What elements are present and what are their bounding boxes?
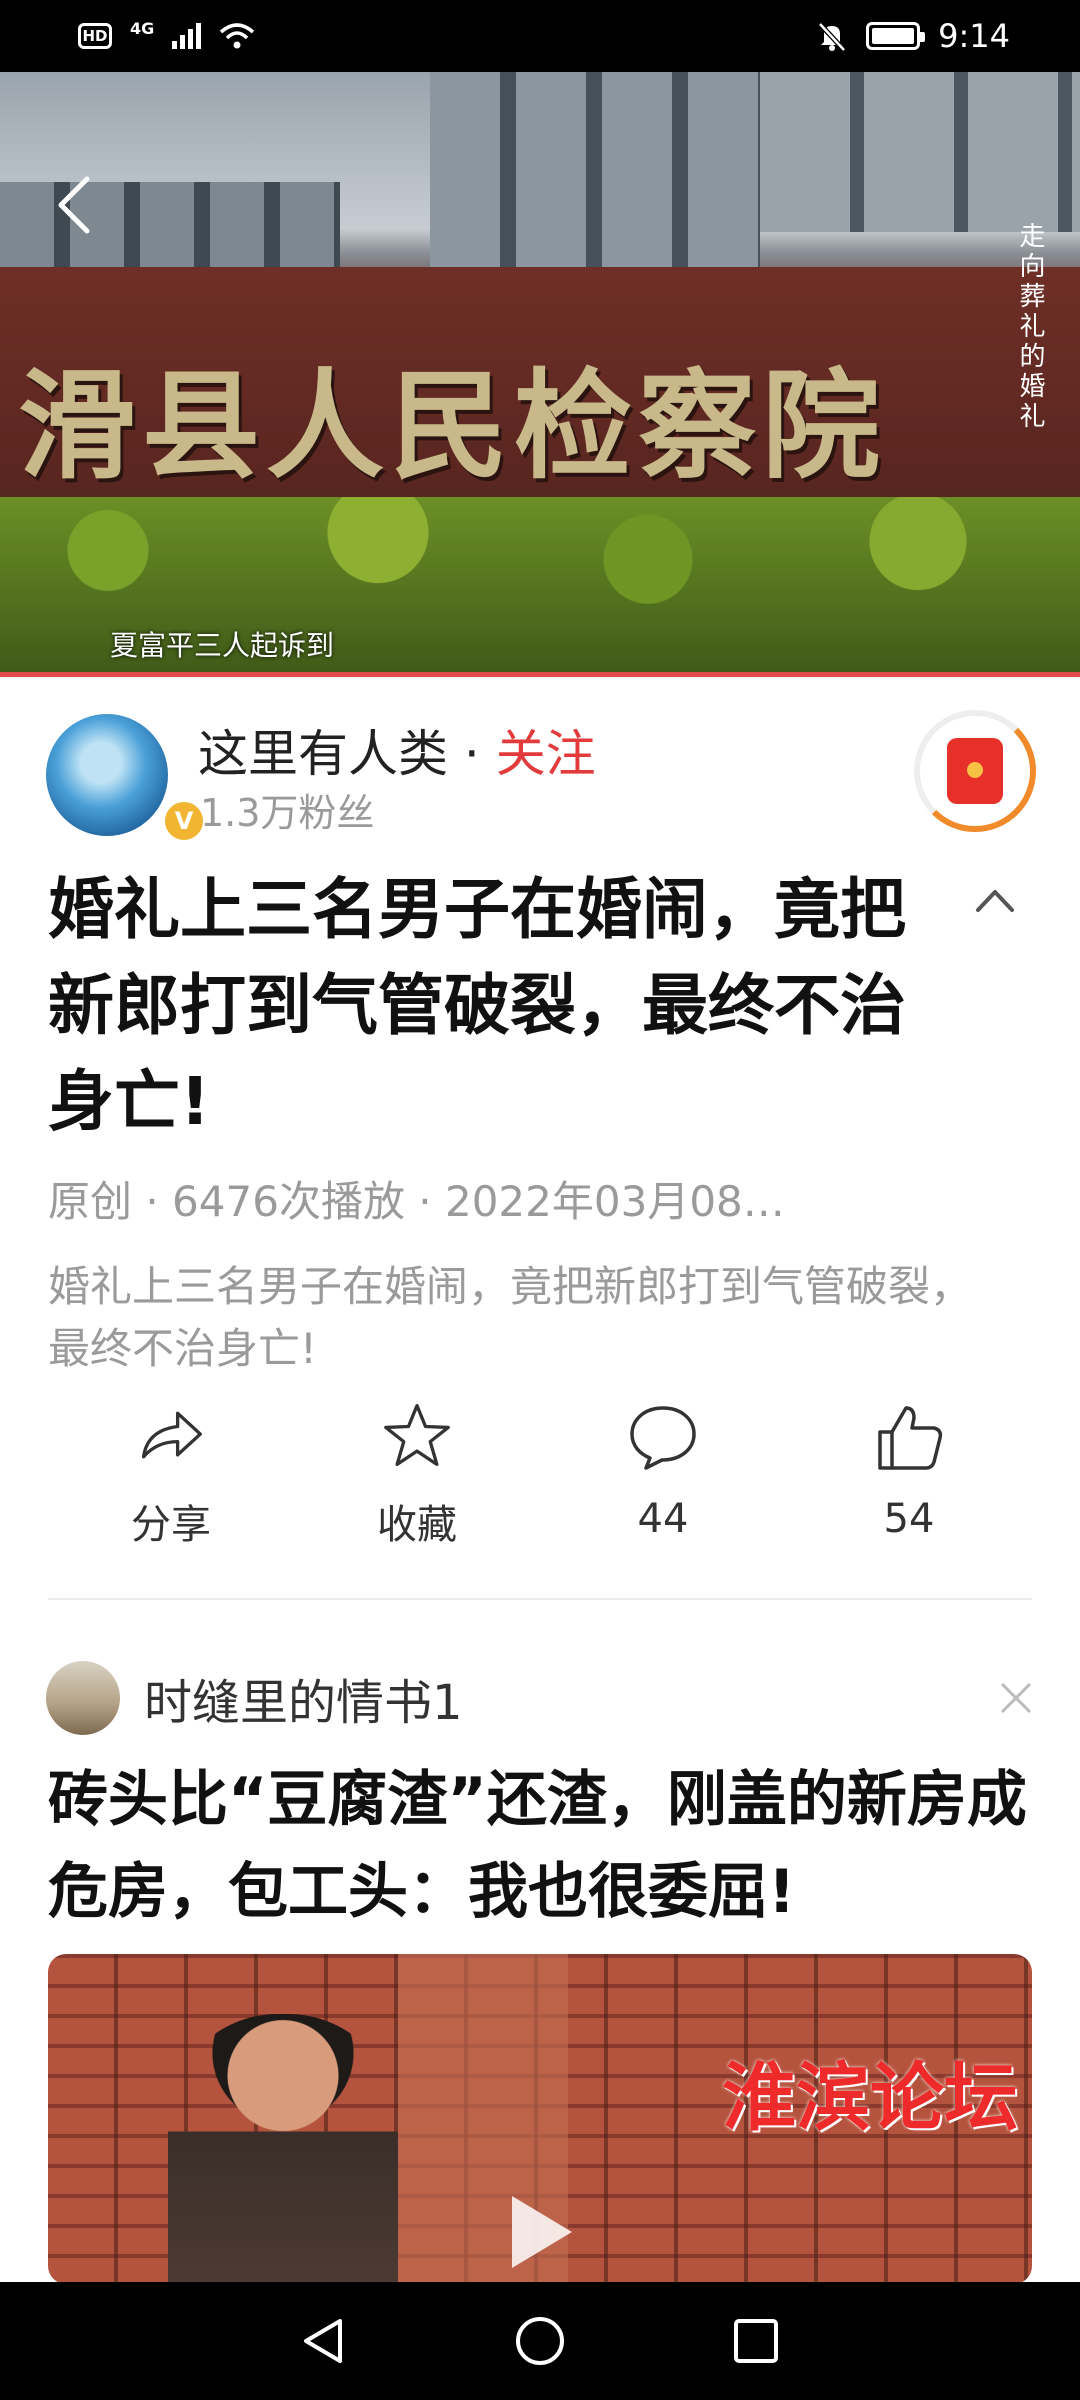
play-icon[interactable] xyxy=(506,2192,576,2272)
card-author-name[interactable]: 时缝里的情书1 xyxy=(144,1663,463,1733)
network-type: 4G xyxy=(130,18,155,38)
author-row: V 这里有人类 · 关注 1.3万粉丝 xyxy=(46,710,1036,844)
fans-count: 1.3万粉丝 xyxy=(200,791,375,835)
thumbs-up-icon xyxy=(878,1406,943,1470)
article-meta: 原创 · 6476次播放 · 2022年03月08… xyxy=(48,1177,785,1226)
share-button[interactable]: 分享 xyxy=(48,1400,294,1550)
red-packet-button[interactable] xyxy=(914,710,1036,832)
thumbnail-watermark: 淮滨论坛 xyxy=(722,2055,1018,2141)
card-author-row[interactable]: 时缝里的情书1 xyxy=(46,1660,463,1736)
article-description: 婚礼上三名男子在婚闹，竟把新郎打到气管破裂，最终不治身亡! xyxy=(48,1262,973,1373)
person-figure xyxy=(168,2014,398,2284)
recent-apps-icon[interactable] xyxy=(728,2313,784,2369)
share-label: 分享 xyxy=(131,1502,211,1548)
signal-icon xyxy=(172,23,202,49)
back-arrow-icon xyxy=(58,176,90,234)
comment-button[interactable]: 44 xyxy=(540,1400,786,1550)
like-button[interactable]: 54 xyxy=(786,1400,1032,1550)
battery-icon xyxy=(866,22,926,50)
status-right: 9:14 xyxy=(816,17,1010,55)
back-button[interactable] xyxy=(44,170,104,240)
avatar[interactable] xyxy=(46,714,168,836)
card-title[interactable]: 砖头比“豆腐渣”还渣，刚盖的新房成危房，包工头：我也很委屈! xyxy=(48,1754,1038,1938)
building-right xyxy=(760,72,1080,232)
card-video-thumbnail[interactable]: 淮滨论坛 xyxy=(48,1954,1032,2284)
divider xyxy=(48,1598,1032,1600)
author-name[interactable]: 这里有人类 · 关注 xyxy=(198,714,596,786)
favorite-label: 收藏 xyxy=(377,1502,457,1548)
wifi-icon xyxy=(220,23,255,49)
home-circle-icon[interactable] xyxy=(512,2313,568,2369)
video-subtitle: 夏富平三人起诉到 xyxy=(110,629,335,662)
card-avatar[interactable] xyxy=(46,1661,120,1735)
author-name-text: 这里有人类 xyxy=(198,725,448,783)
status-bar: HD 4G 9:14 xyxy=(0,0,1080,72)
vertical-caption: 走向葬礼的婚礼 xyxy=(1015,222,1045,432)
hd-badge: HD xyxy=(78,23,112,49)
red-envelope-icon xyxy=(947,738,1003,804)
action-bar: 分享 收藏 44 54 xyxy=(48,1400,1032,1550)
video-progress-bar[interactable] xyxy=(0,672,1080,677)
video-player[interactable]: 滑县人民检察院 走向葬礼的婚礼 夏富平三人起诉到 xyxy=(0,72,1080,675)
comment-icon xyxy=(630,1406,696,1470)
clock: 9:14 xyxy=(938,17,1010,55)
article-title: 婚礼上三名男子在婚闹，竟把新郎打到气管破裂，最终不治身亡! xyxy=(48,871,906,1140)
name-separator: · xyxy=(448,725,496,783)
follow-button[interactable]: 关注 xyxy=(496,725,596,783)
building-middle xyxy=(430,72,760,282)
share-icon xyxy=(141,1411,202,1459)
like-count: 54 xyxy=(883,1496,935,1542)
close-icon[interactable] xyxy=(996,1678,1036,1718)
mute-bell-icon xyxy=(818,22,846,52)
status-left: HD 4G xyxy=(78,18,255,50)
comment-count: 44 xyxy=(637,1496,689,1542)
navigation-bar xyxy=(0,2282,1080,2400)
star-icon xyxy=(384,1404,450,1466)
chevron-up-icon[interactable] xyxy=(970,880,1020,920)
back-triangle-icon[interactable] xyxy=(296,2313,352,2369)
favorite-button[interactable]: 收藏 xyxy=(294,1400,540,1550)
sign-text: 滑县人民检察院 xyxy=(18,356,887,495)
